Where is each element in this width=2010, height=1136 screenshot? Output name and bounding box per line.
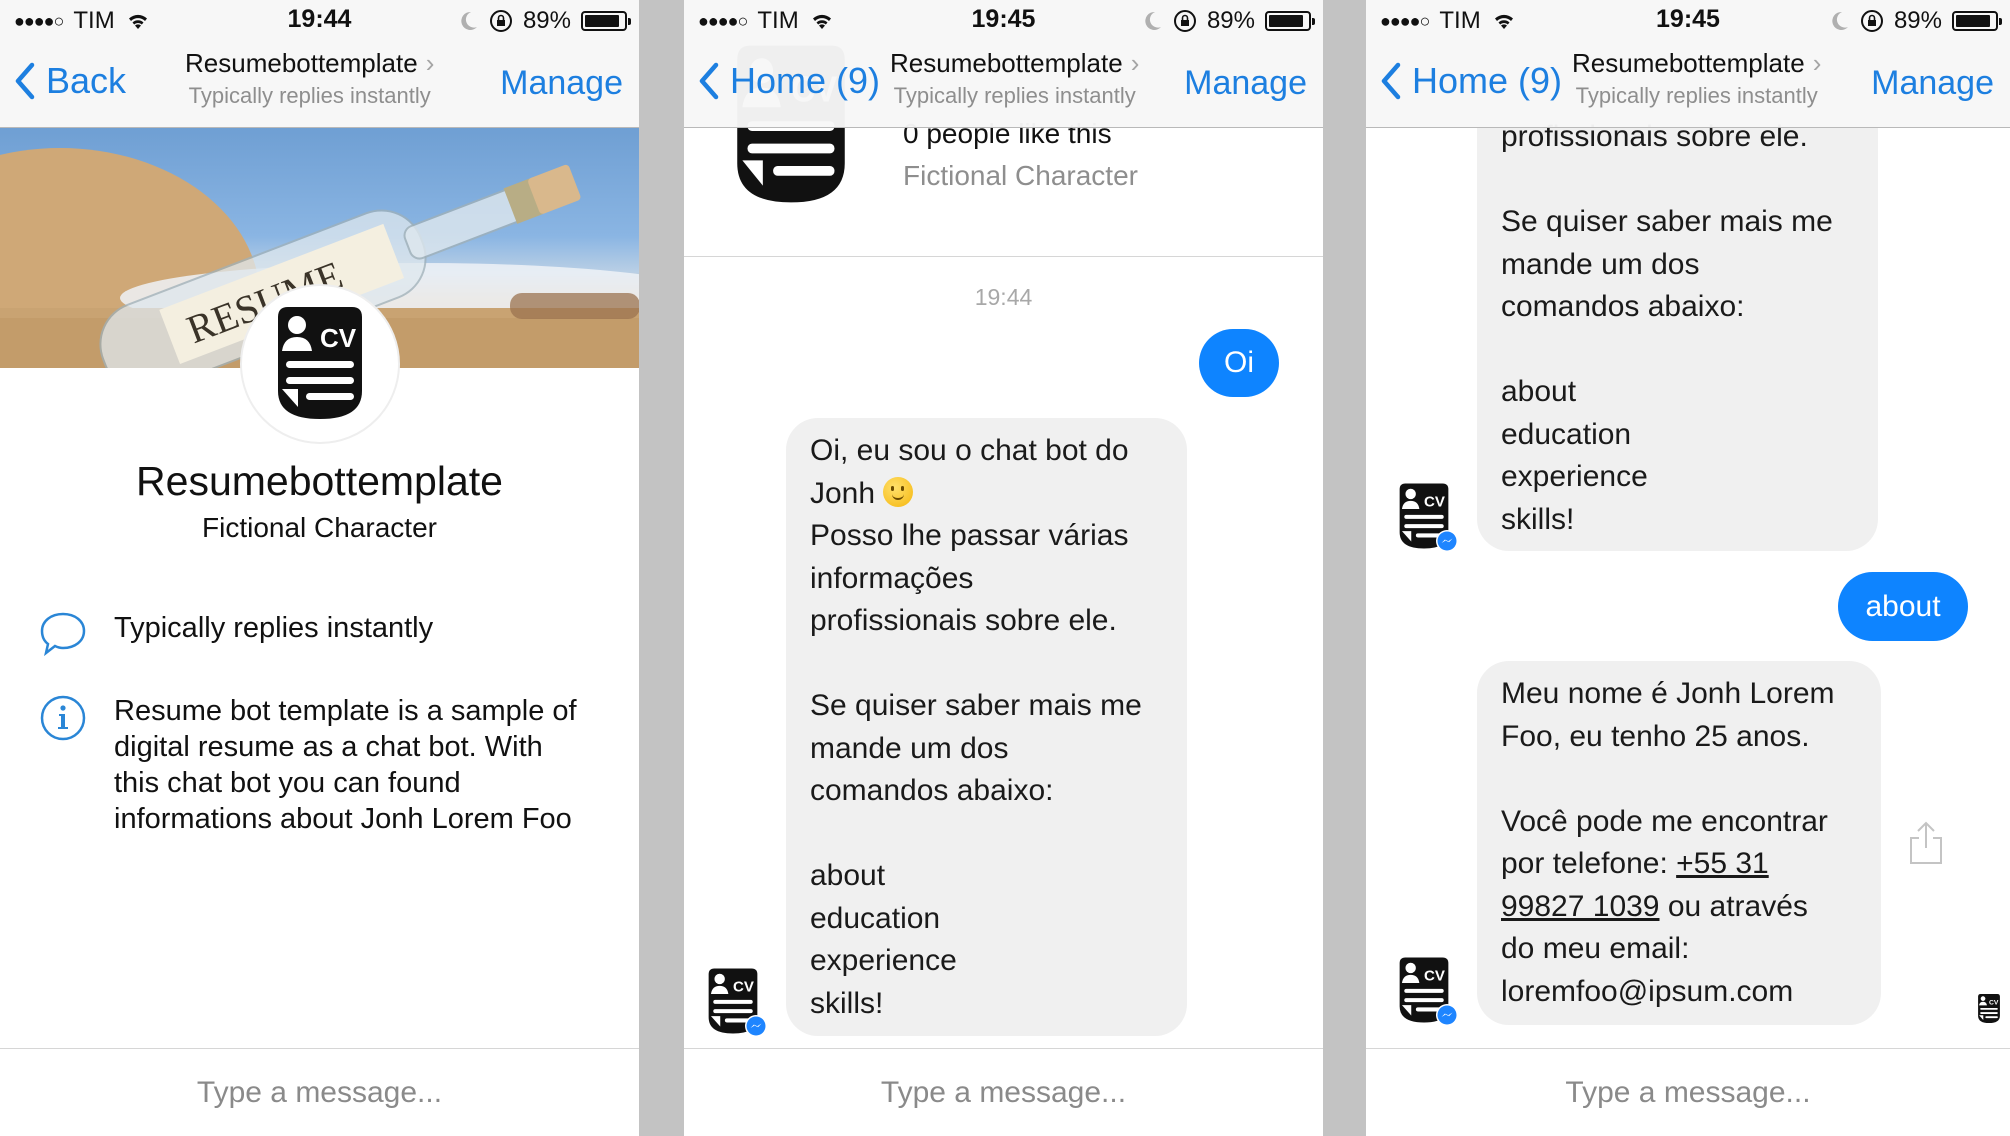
conversation-title[interactable]: Resumebottemplate › Typically replies ins… bbox=[1572, 48, 1821, 109]
response-time: Typically replies instantly bbox=[188, 83, 431, 108]
nav-bar: Home (9) Resumebottemplate › Typically re… bbox=[1366, 40, 2010, 128]
message-timestamp: 19:44 bbox=[974, 284, 1033, 310]
chevron-right-icon: › bbox=[1812, 48, 1822, 78]
smiley-emoji-icon bbox=[883, 476, 914, 507]
page-category: Fictional Character bbox=[903, 160, 1138, 191]
phone-link[interactable]: 99827 1039 bbox=[1501, 890, 1660, 923]
back-label: Home (9) bbox=[1412, 60, 1563, 101]
back-button[interactable]: Home (9) bbox=[1380, 60, 1562, 102]
back-label: Home (9) bbox=[730, 60, 881, 101]
info-response-time: Typically replies instantly bbox=[38, 610, 584, 658]
message-composer bbox=[0, 1048, 639, 1136]
bot-avatar[interactable] bbox=[1395, 481, 1459, 553]
do-not-disturb-icon bbox=[1832, 11, 1848, 30]
share-icon[interactable] bbox=[1908, 820, 1944, 866]
profile-screen: ●●●●○ TIM 19:44 89% Back Resumebottemplat… bbox=[0, 0, 639, 1136]
message-line: Oi, eu sou o chat bot do bbox=[810, 434, 1129, 467]
battery-icon bbox=[581, 11, 631, 31]
manage-button[interactable]: Manage bbox=[1871, 64, 1994, 103]
battery-percent: 89% bbox=[1206, 7, 1255, 34]
sent-message[interactable]: Oi bbox=[1199, 329, 1279, 397]
divider bbox=[684, 256, 1323, 257]
message-text: Meu nome é Jonh Lorem Foo, eu tenho 25 a… bbox=[1501, 677, 1835, 880]
do-not-disturb-icon bbox=[461, 11, 477, 30]
sent-message[interactable]: about bbox=[1838, 572, 1968, 641]
messenger-badge-icon bbox=[745, 1015, 767, 1037]
info-text: Typically replies instantly bbox=[114, 612, 434, 644]
title-text: Resumebottemplate bbox=[185, 48, 418, 78]
received-message[interactable]: Oi, eu sou o chat bot do Jonh Posso lhe … bbox=[786, 418, 1187, 1036]
received-message[interactable]: profissionais sobre ele. Se quiser saber… bbox=[1477, 90, 1878, 551]
message-composer bbox=[1366, 1048, 2010, 1136]
email-text[interactable]: loremfoo@ipsum.com bbox=[1501, 975, 1793, 1008]
chat-bubble-icon bbox=[40, 612, 86, 657]
profile-avatar[interactable] bbox=[240, 284, 400, 444]
back-button[interactable]: Back bbox=[14, 60, 126, 102]
battery-percent: 89% bbox=[522, 7, 571, 34]
read-receipt-avatar bbox=[1978, 993, 2000, 1024]
conversation-title[interactable]: Resumebottemplate › Typically replies ins… bbox=[890, 48, 1139, 109]
info-icon bbox=[40, 695, 86, 741]
chevron-left-icon bbox=[1381, 62, 1401, 100]
status-bar: ●●●●○ TIM 19:45 89% bbox=[1366, 0, 2010, 40]
back-label: Back bbox=[46, 60, 127, 101]
received-message[interactable]: Meu nome é Jonh Lorem Foo, eu tenho 25 a… bbox=[1477, 661, 1881, 1025]
chevron-left-icon bbox=[15, 62, 35, 100]
bot-avatar[interactable] bbox=[1395, 955, 1459, 1027]
conversation-title[interactable]: Resumebottemplate › Typically replies ins… bbox=[185, 48, 434, 109]
battery-icon bbox=[1265, 11, 1315, 31]
info-text: Resume bot template is a sample of digit… bbox=[114, 695, 577, 835]
phone-link[interactable]: +55 31 bbox=[1676, 847, 1769, 880]
back-button[interactable]: Home (9) bbox=[698, 60, 880, 102]
rotation-lock-icon bbox=[1173, 10, 1196, 32]
message-input[interactable] bbox=[0, 1049, 639, 1136]
response-time: Typically replies instantly bbox=[1575, 83, 1818, 108]
message-line: Jonh bbox=[810, 476, 876, 510]
do-not-disturb-icon bbox=[1145, 11, 1161, 30]
title-text: Resumebottemplate bbox=[1572, 48, 1805, 78]
battery-percent: 89% bbox=[1893, 7, 1942, 34]
chat-screen: ●●●●○ TIM 19:45 89% Home (9) Resumebottem… bbox=[684, 0, 1323, 1136]
manage-button[interactable]: Manage bbox=[1184, 64, 1307, 103]
bot-avatar[interactable] bbox=[704, 966, 768, 1038]
message-composer bbox=[684, 1048, 1323, 1136]
message-input[interactable] bbox=[1366, 1049, 2010, 1136]
rotation-lock-icon bbox=[489, 10, 512, 32]
message-input[interactable] bbox=[684, 1049, 1323, 1136]
chat-screen: ●●●●○ TIM 19:45 89% Home (9) Resumebottem… bbox=[1366, 0, 2010, 1136]
page-name: Resumebottemplate bbox=[136, 458, 503, 504]
response-time: Typically replies instantly bbox=[893, 83, 1136, 108]
status-bar: ●●●●○ TIM 19:45 89% bbox=[684, 0, 1323, 40]
chevron-right-icon: › bbox=[1130, 48, 1140, 78]
chevron-right-icon: › bbox=[425, 48, 435, 78]
page-category: Fictional Character bbox=[202, 512, 437, 543]
message-text: Posso lhe passar várias informações prof… bbox=[810, 519, 1142, 1020]
manage-button[interactable]: Manage bbox=[500, 64, 623, 103]
rotation-lock-icon bbox=[1860, 10, 1883, 32]
chevron-left-icon bbox=[699, 62, 719, 100]
nav-bar: Back Resumebottemplate › Typically replie… bbox=[0, 40, 639, 128]
info-about: Resume bot template is a sample of digit… bbox=[38, 693, 584, 837]
battery-icon bbox=[1952, 11, 2002, 31]
title-text: Resumebottemplate bbox=[890, 48, 1123, 78]
status-bar: ●●●●○ TIM 19:44 89% bbox=[0, 0, 639, 40]
nav-bar: Home (9) Resumebottemplate › Typically re… bbox=[684, 40, 1323, 128]
